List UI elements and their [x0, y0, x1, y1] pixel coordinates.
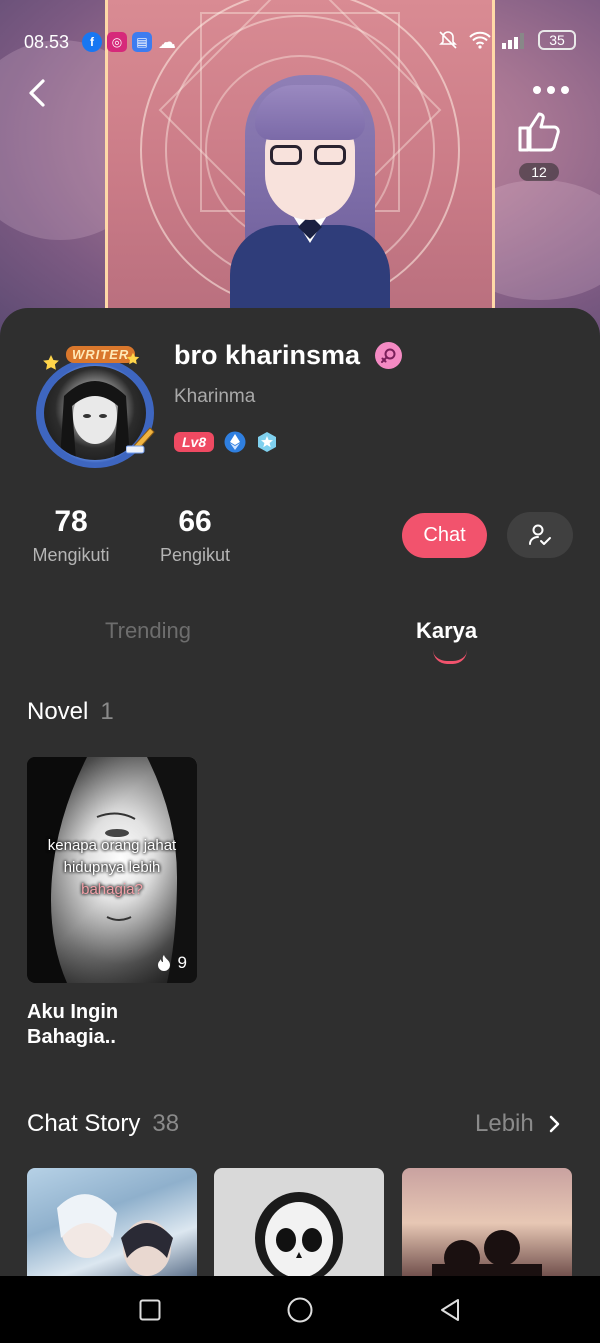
cloud-icon: ☁: [158, 31, 176, 52]
profile-badges: Lv8: [174, 431, 278, 453]
chevron-right-icon: [549, 1115, 559, 1133]
document-icon: ▤: [132, 32, 152, 52]
chevron-left-icon: [29, 79, 45, 107]
female-gender-icon: [375, 342, 402, 369]
triangle-back-icon: [441, 1299, 459, 1321]
writer-badge: WRITER: [66, 346, 136, 363]
home-button[interactable]: [280, 1290, 320, 1330]
notification-icons: f ◎ ▤ ☁: [82, 32, 177, 52]
novel-cover[interactable]: kenapa orang jahat hidupnya lebih bahagi…: [27, 757, 197, 983]
chat-story-card[interactable]: [27, 1168, 197, 1278]
battery-indicator: 35: [538, 30, 576, 50]
signal-icon: [502, 33, 524, 49]
following-label: Mengikuti: [32, 545, 110, 565]
status-time: 08.53: [24, 32, 70, 52]
tab-karya[interactable]: Karya: [416, 618, 477, 644]
chat-story-count: 38: [152, 1110, 180, 1137]
thumbs-up-icon: [518, 112, 560, 152]
novel-view-count: 9: [177, 953, 187, 972]
circle-icon: [287, 1297, 313, 1323]
back-button[interactable]: [25, 78, 51, 108]
followers-label: Pengikut: [159, 545, 231, 565]
facebook-icon: f: [82, 32, 102, 52]
chat-story-section-title: Chat Story 38: [27, 1110, 179, 1138]
followers-count: 66: [178, 505, 212, 538]
profile-name: bro kharinsma: [174, 340, 361, 370]
more-options-button[interactable]: [533, 80, 573, 100]
follow-button[interactable]: [507, 512, 573, 558]
star-icon: [43, 355, 59, 370]
novel-count: 1: [100, 698, 114, 725]
following-count: 78: [54, 505, 88, 538]
like-count: 12: [519, 163, 559, 181]
following-stat[interactable]: 78 Mengikuti: [27, 505, 115, 566]
chat-button[interactable]: Chat: [402, 513, 487, 558]
square-icon: [139, 1299, 161, 1321]
pen-icon: [126, 427, 155, 454]
novel-views: 9: [156, 953, 187, 973]
see-more-link[interactable]: Lebih: [475, 1110, 560, 1138]
novel-section-label: Novel: [27, 698, 89, 725]
bell-muted-icon: [439, 31, 457, 49]
more-dot-icon: [533, 86, 541, 94]
chat-story-card[interactable]: [214, 1168, 384, 1278]
ethereum-badge-icon: [224, 431, 246, 453]
person-check-icon: [529, 524, 551, 545]
novel-section-title: Novel 1: [27, 698, 114, 726]
avatar[interactable]: WRITER: [28, 346, 164, 472]
followers-stat[interactable]: 66 Pengikut: [154, 505, 236, 566]
cover-text-line: hidupnya lebih: [63, 859, 161, 876]
instagram-icon: ◎: [107, 32, 127, 52]
system-back-button[interactable]: [430, 1290, 470, 1330]
like-button[interactable]: 12: [514, 110, 564, 184]
recent-apps-button[interactable]: [130, 1290, 170, 1330]
cover-text-line: bahagia?: [81, 881, 143, 898]
profile-username: Kharinma: [174, 386, 256, 407]
banner-character-illustration: [230, 75, 390, 335]
novel-title[interactable]: Aku Ingin Bahagia..: [27, 1000, 197, 1050]
novel-cover-text: kenapa orang jahat hidupnya lebih bahagi…: [37, 835, 187, 901]
wifi-icon: [469, 31, 491, 49]
fire-icon: [157, 955, 170, 971]
level-badge: Lv8: [174, 432, 215, 452]
star-icon: [126, 352, 140, 365]
chat-story-card[interactable]: [402, 1168, 572, 1278]
tab-trending[interactable]: Trending: [105, 618, 191, 644]
hexagon-badge-icon: [258, 432, 277, 452]
chat-story-label: Chat Story: [27, 1110, 141, 1137]
cover-text-line: kenapa orang jahat: [47, 837, 177, 854]
status-bar: 08.53 f ◎ ▤ ☁ 35: [0, 0, 600, 80]
see-more-label: Lebih: [475, 1110, 534, 1137]
